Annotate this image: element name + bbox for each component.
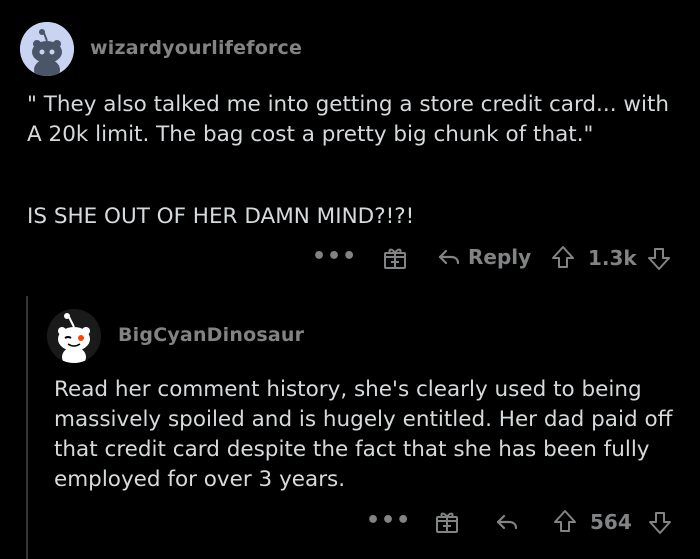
award-gift-icon[interactable] [434,509,460,535]
comment-body: Read her comment history, she's clearly … [54,377,680,492]
comment-body-exclaim: IS SHE OUT OF HER DAMN MIND?!?! [27,204,415,229]
more-options-icon[interactable]: ••• [366,508,411,533]
snoo-avatar-icon [47,309,101,363]
comment-reply: BigCyanDinosaur Read her comment history… [0,290,700,559]
avatar[interactable] [20,22,74,76]
snoo-avatar-icon [20,22,74,76]
upvote-icon[interactable] [552,508,578,534]
reply-arrow-icon [494,509,520,535]
vote-count: 564 [590,510,632,534]
comment-parent: wizardyourlifeforce " They also talked m… [0,0,700,290]
more-options-icon[interactable]: ••• [312,244,357,269]
reply-button[interactable] [494,509,520,535]
downvote-icon[interactable] [646,246,672,272]
upvote-icon[interactable] [550,244,576,270]
reply-label: Reply [468,245,532,269]
reply-arrow-icon [436,244,462,270]
username[interactable]: wizardyourlifeforce [90,37,302,59]
avatar[interactable] [47,309,101,363]
vote-count: 1.3k [588,246,637,270]
award-gift-icon[interactable] [382,245,408,271]
reply-button[interactable]: Reply [436,244,531,270]
comment-body-quote: " They also talked me into getting a sto… [27,92,676,147]
downvote-icon[interactable] [647,510,673,536]
username[interactable]: BigCyanDinosaur [118,324,304,346]
